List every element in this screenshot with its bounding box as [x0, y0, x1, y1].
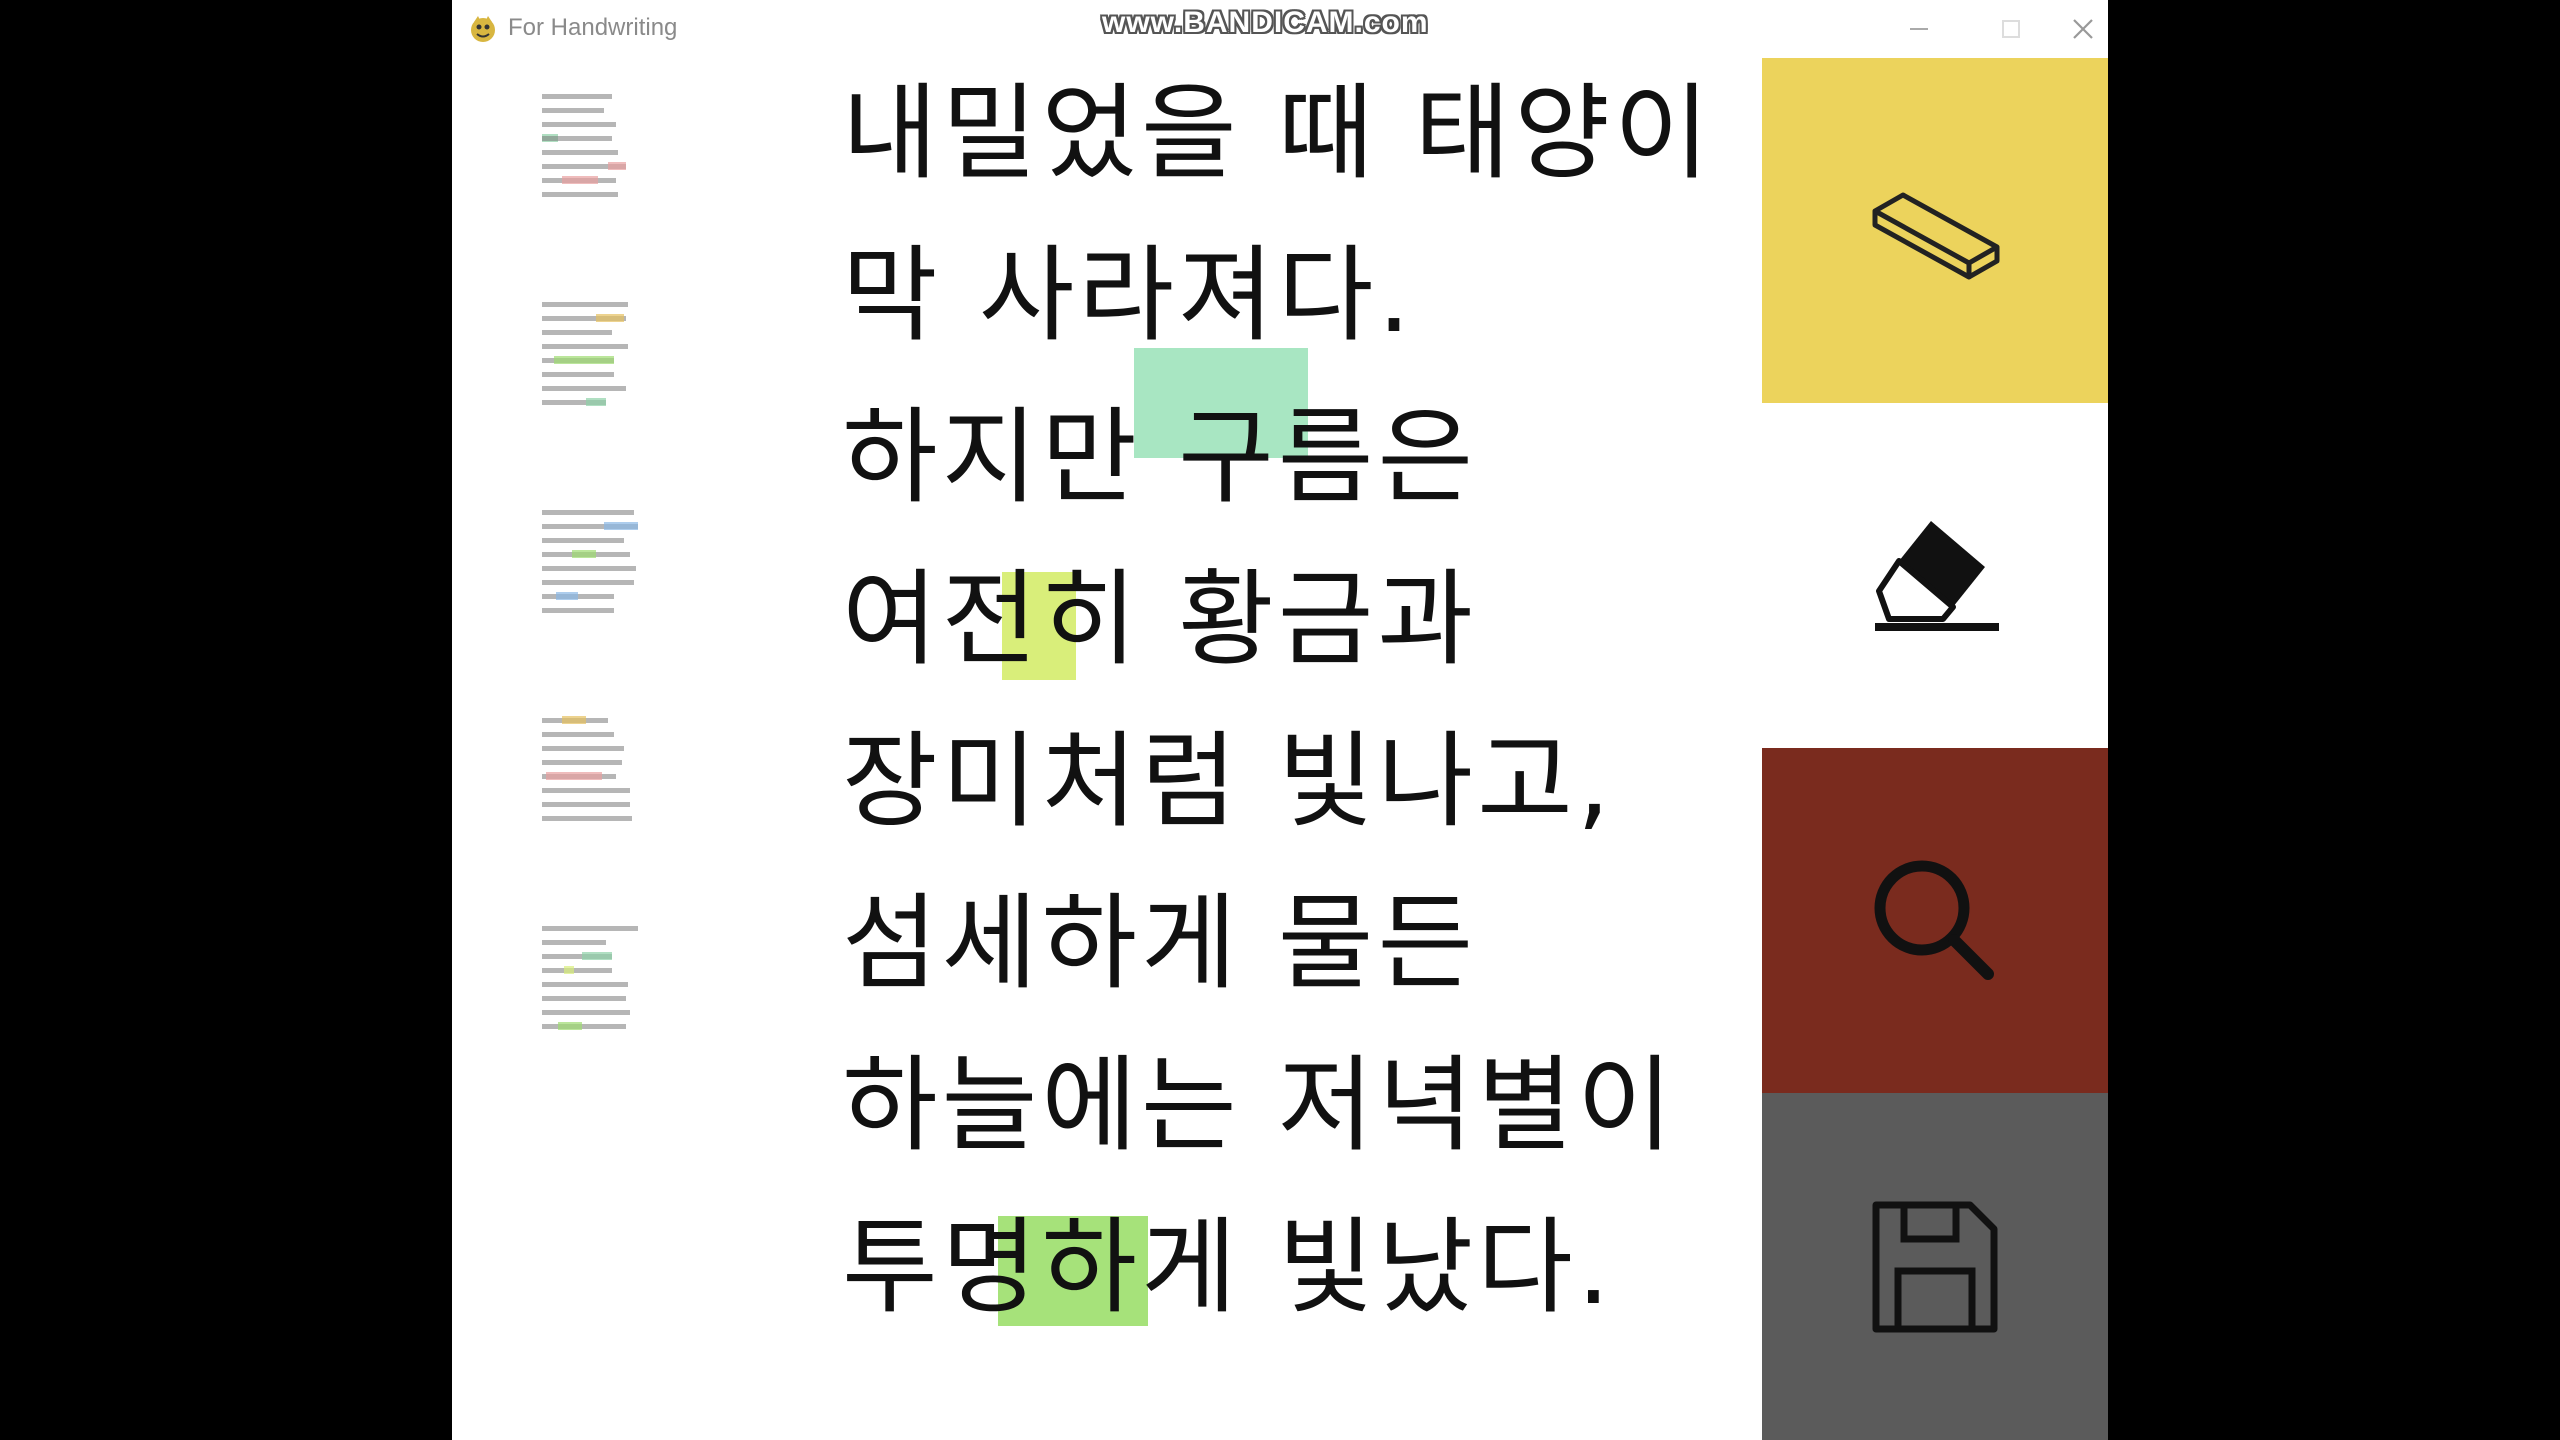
- window-title: For Handwriting: [508, 14, 678, 41]
- maximize-button[interactable]: [1966, 0, 2056, 58]
- text-line: 여전히 황금과: [842, 558, 1478, 680]
- page-thumbnail-5[interactable]: [542, 922, 652, 1062]
- page-thumbnail-1[interactable]: [542, 90, 652, 230]
- eraser-icon: [1875, 520, 1999, 631]
- page-thumbnail-4[interactable]: [542, 714, 652, 854]
- text-line: 장미처럼 빛나고,: [842, 720, 1614, 842]
- eraser-button[interactable]: [1762, 403, 2108, 748]
- minimize-icon: [1910, 28, 1928, 30]
- minimize-button[interactable]: [1874, 0, 1964, 58]
- save-icon: [1872, 1201, 1998, 1332]
- search-button[interactable]: [1762, 748, 2108, 1093]
- page-thumbnail-3[interactable]: [542, 506, 652, 646]
- maximize-icon: [2002, 20, 2020, 38]
- eraser-block-button[interactable]: [1762, 58, 2108, 403]
- page-thumbnail-2[interactable]: [542, 298, 652, 438]
- text-line: 하지만 구름은: [842, 396, 1478, 518]
- title-bar: For Handwriting www.BANDICAM.com: [452, 0, 2108, 58]
- tool-panel: [1762, 58, 2108, 1440]
- close-icon: [2073, 19, 2093, 39]
- app-window: For Handwriting www.BANDICAM.com 내밀었을 때 …: [452, 0, 2108, 1440]
- text-line: 투명하게 빛났다.: [842, 1206, 1614, 1328]
- close-button[interactable]: [2058, 0, 2108, 58]
- search-icon: [1874, 860, 1994, 980]
- text-line: 내밀었을 때 태양이: [842, 72, 1714, 194]
- eraser-block-icon: [1872, 192, 2000, 279]
- app-logo-icon: [471, 16, 495, 42]
- watermark: www.BANDICAM.com: [1102, 6, 1429, 39]
- save-button[interactable]: [1762, 1093, 2108, 1440]
- text-line: 하늘에는 저녁별이: [842, 1044, 1677, 1166]
- text-line: 막 사라져다.: [842, 234, 1415, 356]
- text-line: 섬세하게 물든: [842, 882, 1478, 1004]
